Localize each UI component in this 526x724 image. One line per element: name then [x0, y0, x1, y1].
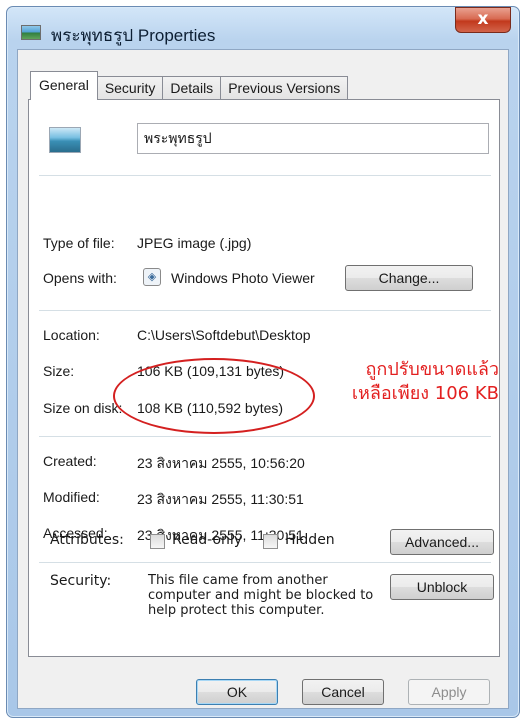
apply-button[interactable]: Apply — [408, 679, 490, 705]
created-value: 23 สิงหาคม 2555, 10:56:20 — [137, 455, 305, 471]
image-file-icon — [21, 25, 41, 40]
readonly-checkbox[interactable] — [150, 534, 165, 549]
annotation-line-1: ถูกปรับขนาดแล้ว — [365, 359, 499, 380]
hidden-checkbox[interactable] — [263, 534, 278, 549]
advanced-button[interactable]: Advanced... — [390, 529, 494, 555]
type-of-file-label: Type of file: — [43, 235, 115, 251]
file-name-field[interactable]: พระพุทธรูป — [137, 123, 489, 154]
change-button[interactable]: Change... — [345, 265, 473, 291]
photo-viewer-icon: ◈ — [143, 268, 161, 286]
divider — [39, 175, 491, 176]
unblock-button[interactable]: Unblock — [390, 574, 494, 600]
modified-label: Modified: — [43, 489, 100, 505]
image-thumbnail-icon — [49, 127, 81, 153]
opens-with-label: Opens with: — [43, 270, 117, 286]
annotation-ellipse — [113, 358, 315, 434]
hidden-label[interactable]: Hidden — [285, 532, 335, 548]
tab-security[interactable]: Security — [96, 76, 164, 100]
tab-general[interactable]: General — [30, 71, 98, 100]
modified-value: 23 สิงหาคม 2555, 11:30:51 — [137, 491, 304, 507]
divider — [39, 310, 491, 311]
location-value: C:\Users\Softdebut\Desktop — [137, 327, 311, 343]
close-button[interactable]: x — [455, 7, 511, 33]
readonly-label[interactable]: Read-only — [172, 532, 242, 548]
divider — [39, 562, 491, 563]
cancel-button[interactable]: Cancel — [302, 679, 384, 705]
security-label: Security: — [50, 573, 112, 589]
tab-previous-versions[interactable]: Previous Versions — [220, 76, 349, 100]
size-on-disk-label: Size on disk: — [43, 400, 123, 416]
created-label: Created: — [43, 453, 97, 469]
attributes-label: Attributes: — [50, 532, 124, 548]
security-warning-text: This file came from another computer and… — [148, 573, 374, 618]
type-of-file-value: JPEG image (.jpg) — [137, 235, 252, 251]
size-label: Size: — [43, 363, 75, 379]
title-bar[interactable]: พระพุทธรูป Properties x — [7, 7, 519, 47]
location-label: Location: — [43, 327, 100, 343]
window-title: พระพุทธรูป Properties — [51, 26, 216, 45]
ok-button[interactable]: OK — [196, 679, 278, 705]
tab-details[interactable]: Details — [162, 76, 222, 100]
annotation-line-2: เหลือเพียง 106 KB — [351, 383, 499, 404]
tab-strip: General Security Details Previous Versio… — [30, 70, 349, 100]
divider — [39, 436, 491, 437]
annotation-note: ถูกปรับขนาดแล้ว เหลือเพียง 106 KB — [329, 358, 499, 406]
opens-with-value: Windows Photo Viewer — [171, 270, 315, 286]
